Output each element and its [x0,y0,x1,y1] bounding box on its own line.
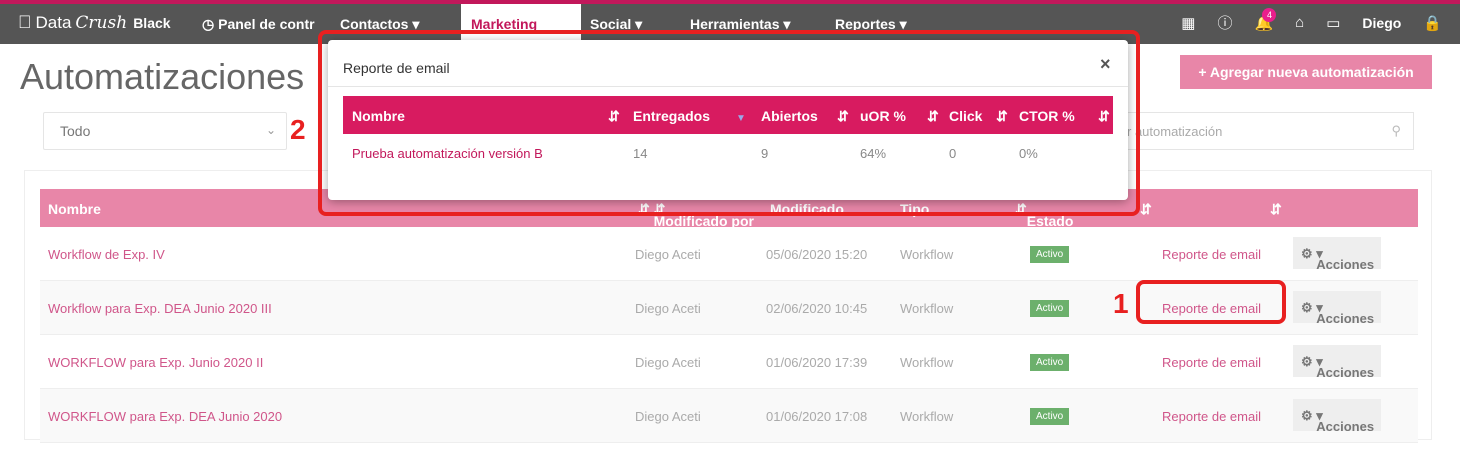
row-type: Workflow [900,355,954,370]
row-type: Workflow [900,409,954,424]
actions-dropdown[interactable]: ⚙ Acciones ▾ [1293,399,1381,434]
row-name-link[interactable]: WORKFLOW para Exp. Junio 2020 II [48,355,263,370]
table-row: WORKFLOW para Exp. DEA Junio 2020 Diego … [40,389,1418,443]
home-icon[interactable]: ⌂ [1295,14,1304,31]
row-modified-date: 02/06/2020 10:45 [766,301,868,316]
actions-dropdown[interactable]: ⚙ Acciones ▾ [1293,291,1381,326]
brand-logo[interactable]:  DataCrush Black [18,12,171,33]
annotation-number-2: 2 [290,114,306,145]
brand-black-text: Black [119,14,170,31]
sort-icon[interactable]: ⇵ [1140,201,1152,218]
row-name-link[interactable]: Workflow para Exp. DEA Junio 2020 III [48,301,272,316]
actions-label: Acciones [1316,257,1375,272]
row-modified-by: Diego Aceti [635,247,701,262]
brand-crush-text: Crush [61,12,127,33]
apple-icon:  [18,12,32,33]
row-modified-date: 05/06/2020 15:20 [766,247,868,262]
info-icon[interactable]: ⓘ [1217,12,1232,33]
actions-dropdown[interactable]: ⚙ Acciones ▾ [1293,237,1381,272]
table-row: Workflow de Exp. IV Diego Aceti 05/06/20… [40,227,1418,281]
brand-data-text: Data [22,12,72,32]
row-type: Workflow [900,247,954,262]
filter-value: Todo [60,123,91,139]
status-badge: Activo [1030,354,1070,371]
status-badge: Activo [1030,300,1070,317]
nav-label: Panel de contr [218,16,315,32]
calendar-icon[interactable]: ▦ [1181,14,1195,32]
search-input[interactable]: r automatización ⚲ [1118,112,1414,150]
table-row: WORKFLOW para Exp. Junio 2020 II Diego A… [40,335,1418,389]
actions-label: Acciones [1316,365,1375,380]
filter-select[interactable]: Todo ⌄ [43,112,287,150]
bell-icon[interactable]: 🔔 4 [1254,7,1277,32]
actions-label: Acciones [1316,311,1375,326]
row-modified-date: 01/06/2020 17:08 [766,409,868,424]
annotation-number-1: 1 [1113,288,1129,319]
row-name-link[interactable]: Workflow de Exp. IV [48,247,165,262]
row-modified-by: Diego Aceti [635,301,701,316]
row-modified-date: 01/06/2020 17:39 [766,355,868,370]
highlight-box-report [1136,280,1286,324]
email-report-link[interactable]: Reporte de email [1162,355,1261,370]
actions-dropdown[interactable]: ⚙ Acciones ▾ [1293,345,1381,380]
email-report-link[interactable]: Reporte de email [1162,247,1261,262]
actions-label: Acciones [1316,419,1375,434]
highlight-box-modal [318,30,1140,216]
column-header-nombre[interactable]: Nombre [48,201,101,217]
row-modified-by: Diego Aceti [635,409,701,424]
notification-badge: 4 [1262,7,1277,22]
add-automation-button[interactable]: + Agregar nueva automatización [1180,55,1432,89]
row-modified-by: Diego Aceti [635,355,701,370]
sort-icon[interactable]: ⇵ [1270,201,1282,218]
user-name[interactable]: Diego [1362,15,1401,31]
email-report-link[interactable]: Reporte de email [1162,409,1261,424]
search-placeholder: r automatización [1127,124,1223,139]
chevron-down-icon: ⌄ [265,123,276,137]
lock-icon[interactable]: 🔒 [1423,14,1442,32]
search-icon: ⚲ [1391,123,1401,138]
row-name-link[interactable]: WORKFLOW para Exp. DEA Junio 2020 [48,409,282,424]
page-title: Automatizaciones [20,56,305,97]
row-type: Workflow [900,301,954,316]
nav-panel-de-control[interactable]: ◷ Panel de contr [202,16,315,33]
status-badge: Activo [1030,408,1070,425]
monitor-icon[interactable]: ▭ [1326,14,1340,32]
status-badge: Activo [1030,246,1070,263]
